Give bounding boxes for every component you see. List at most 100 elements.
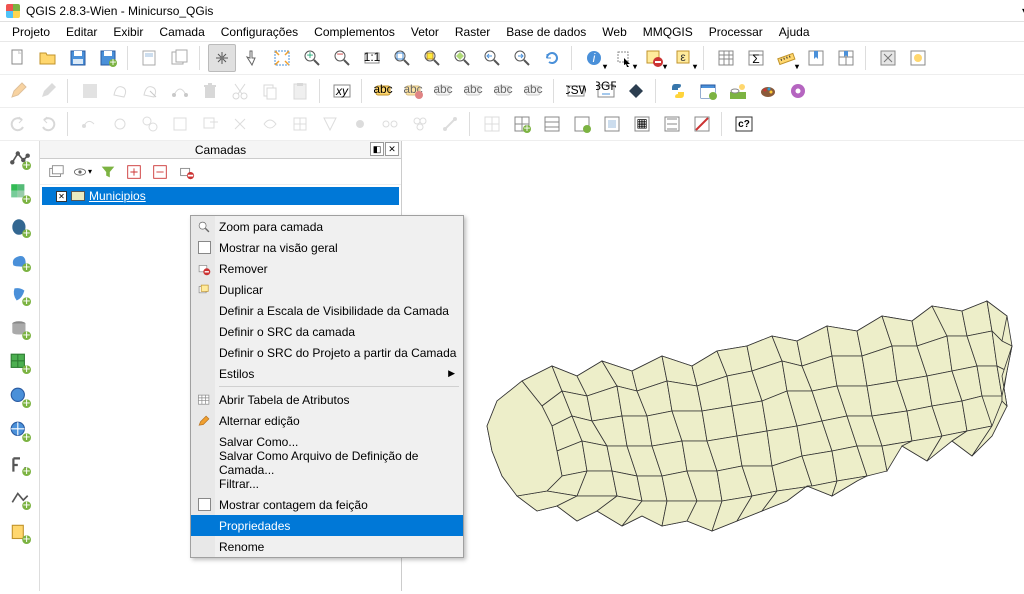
bookmark-button[interactable] (802, 44, 830, 72)
dig5[interactable] (196, 110, 224, 138)
ctx-toggle-edit[interactable]: Alternar edição (191, 410, 463, 431)
node-tool-button[interactable] (166, 77, 194, 105)
ctx-show-count[interactable]: Mostrar contagem da feição (191, 494, 463, 515)
grid3[interactable] (538, 110, 566, 138)
add-group-button[interactable] (46, 162, 66, 182)
add-csv-button[interactable]: ,+ (6, 451, 34, 479)
grid7[interactable] (658, 110, 686, 138)
xy-button[interactable]: xy (328, 77, 356, 105)
remove-layer-button[interactable] (176, 162, 196, 182)
move-feature-button[interactable] (136, 77, 164, 105)
add-raster-layer-button[interactable]: + (6, 179, 34, 207)
menu-basedados[interactable]: Base de dados (498, 23, 594, 41)
field-calc-button[interactable]: Σ (742, 44, 770, 72)
redo-button[interactable] (34, 110, 62, 138)
tool-a[interactable] (874, 44, 902, 72)
expression-select-button[interactable]: ε▾ (670, 44, 698, 72)
dig4[interactable] (166, 110, 194, 138)
expand-all-button[interactable] (124, 162, 144, 182)
save-as-button[interactable]: + (94, 44, 122, 72)
undo-button[interactable] (4, 110, 32, 138)
csw-button[interactable]: CSW (562, 77, 590, 105)
ctx-styles[interactable]: Estilos▶ (191, 363, 463, 384)
ctx-zoom-layer[interactable]: Zoom para camada (191, 216, 463, 237)
collapse-all-button[interactable] (150, 162, 170, 182)
ctx-def-scale[interactable]: Definir a Escala de Visibilidade da Cama… (191, 300, 463, 321)
diamond-button[interactable] (622, 77, 650, 105)
add-spatialite-button[interactable]: + (6, 247, 34, 275)
grid4[interactable] (568, 110, 596, 138)
menu-complementos[interactable]: Complementos (306, 23, 403, 41)
save-edits-button[interactable] (76, 77, 104, 105)
python-button[interactable] (664, 77, 692, 105)
map-canvas[interactable] (402, 141, 1024, 591)
ctx-remove[interactable]: Remover (191, 258, 463, 279)
dig10[interactable] (346, 110, 374, 138)
new-project-button[interactable] (4, 44, 32, 72)
ctx-rename[interactable]: Renome (191, 536, 463, 557)
ctx-attr-table[interactable]: Abrir Tabela de Atributos (191, 389, 463, 410)
new-gpkg-button[interactable]: + (6, 519, 34, 547)
add-vector-layer-button[interactable]: + (6, 145, 34, 173)
panel-close-button[interactable]: ✕ (385, 142, 399, 156)
measure-button[interactable]: ▾ (772, 44, 800, 72)
menu-exibir[interactable]: Exibir (105, 23, 151, 41)
refresh-button[interactable] (538, 44, 566, 72)
ctx-duplicate[interactable]: Duplicar (191, 279, 463, 300)
dig6[interactable] (226, 110, 254, 138)
add-wfs-button[interactable]: + (6, 417, 34, 445)
add-mssql-button[interactable]: + (6, 281, 34, 309)
dig1[interactable] (76, 110, 104, 138)
manage-visibility-button[interactable]: ▾ (72, 162, 92, 182)
add-feature-button[interactable] (106, 77, 134, 105)
dig7[interactable] (256, 110, 284, 138)
copy-button[interactable] (256, 77, 284, 105)
zoom-next-button[interactable] (508, 44, 536, 72)
cut-button[interactable] (226, 77, 254, 105)
menu-camada[interactable]: Camada (151, 23, 212, 41)
dig8[interactable] (286, 110, 314, 138)
pan-button[interactable] (208, 44, 236, 72)
label-abc6-button[interactable]: abc (520, 77, 548, 105)
dig3[interactable] (136, 110, 164, 138)
zoom-full-button[interactable] (268, 44, 296, 72)
filter-legend-button[interactable] (98, 162, 118, 182)
grid2[interactable]: + (508, 110, 536, 138)
dig13[interactable] (436, 110, 464, 138)
panel-undock-button[interactable]: ◧ (370, 142, 384, 156)
layer-visibility-checkbox[interactable]: ✕ (56, 191, 67, 202)
calendar-button[interactable] (694, 77, 722, 105)
grid8[interactable] (688, 110, 716, 138)
ctx-def-src[interactable]: Definir o SRC da camada (191, 321, 463, 342)
zoom-out-button[interactable]: − (328, 44, 356, 72)
add-postgis-button[interactable]: + (6, 213, 34, 241)
zoom-selection-button[interactable] (418, 44, 446, 72)
zoom-last-button[interactable] (478, 44, 506, 72)
ctx-show-overview[interactable]: Mostrar na visão geral (191, 237, 463, 258)
identify-button[interactable]: i▾ (580, 44, 608, 72)
grid1[interactable] (478, 110, 506, 138)
bgr-button[interactable]: BGR (592, 77, 620, 105)
composer-manager-button[interactable] (166, 44, 194, 72)
tool-b[interactable] (904, 44, 932, 72)
deselect-button[interactable]: ▾ (640, 44, 668, 72)
label-abc3-button[interactable]: abc (430, 77, 458, 105)
label-abc4-button[interactable]: abc (460, 77, 488, 105)
dig2[interactable] (106, 110, 134, 138)
save-project-button[interactable] (64, 44, 92, 72)
grid5[interactable] (598, 110, 626, 138)
add-oracle-button[interactable]: + (6, 315, 34, 343)
menu-raster[interactable]: Raster (447, 23, 498, 41)
new-shapefile-button[interactable]: +▾ (6, 485, 34, 513)
menu-processar[interactable]: Processar (701, 23, 771, 41)
ctx-filter[interactable]: Filtrar... (191, 473, 463, 494)
select-button[interactable]: ▾ (610, 44, 638, 72)
ctx-def-src-proj[interactable]: Definir o SRC do Projeto a partir da Cam… (191, 342, 463, 363)
edit-pencil2-button[interactable] (34, 77, 62, 105)
grid6[interactable]: ▦ (628, 110, 656, 138)
zoom-native-button[interactable]: 1:1 (358, 44, 386, 72)
label-abc-button[interactable]: abc (370, 77, 398, 105)
dig11[interactable] (376, 110, 404, 138)
ctx-properties[interactable]: Propriedades (191, 515, 463, 536)
open-project-button[interactable] (34, 44, 62, 72)
